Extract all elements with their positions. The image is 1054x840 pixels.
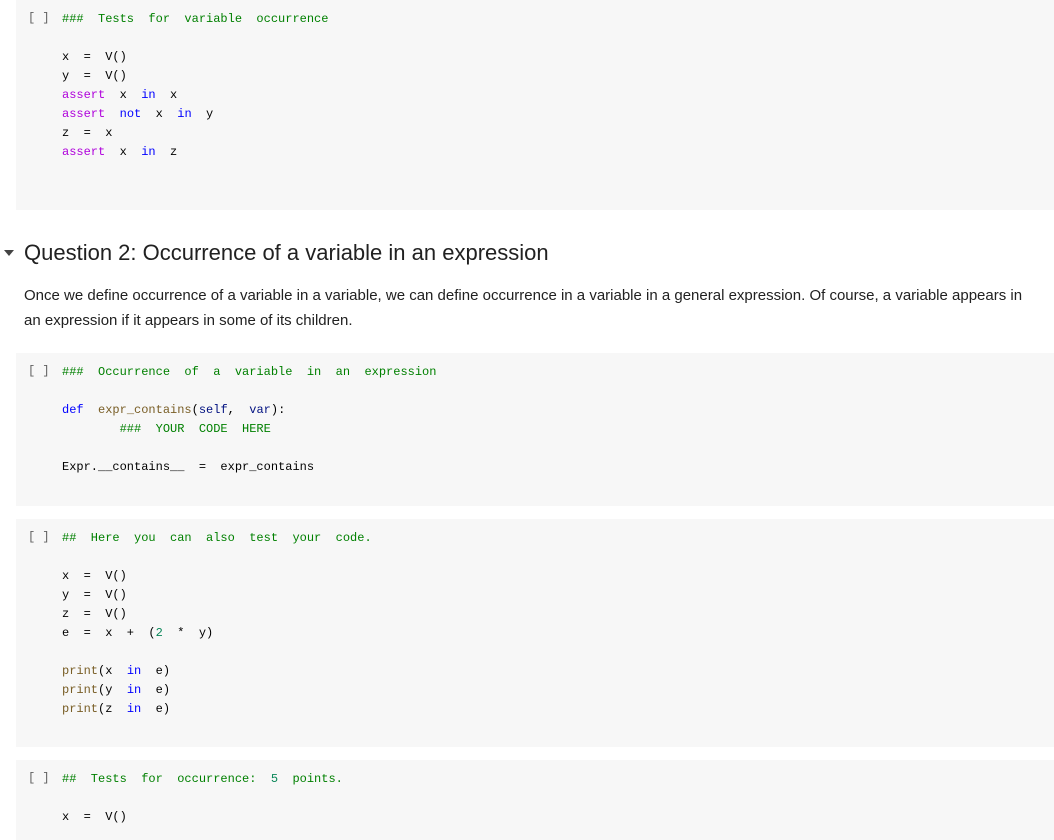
code-token: ### Occurrence of a variable in an expre… bbox=[62, 365, 437, 379]
code-token: y = V() bbox=[62, 588, 127, 602]
code-token: (x bbox=[98, 664, 127, 678]
code-line: x = V() bbox=[62, 808, 343, 827]
code-editor[interactable]: ## Tests for occurrence: 5 points. x = V(… bbox=[62, 770, 343, 827]
code-token: e) bbox=[141, 683, 171, 697]
code-token: * y) bbox=[162, 626, 214, 640]
code-line: assert x in x bbox=[62, 86, 328, 105]
code-cell-tests-variable-occurrence[interactable]: [ ] ### Tests for variable occurrence x = … bbox=[16, 0, 1054, 210]
code-token: assert bbox=[62, 145, 106, 159]
code-token: z = V() bbox=[62, 607, 127, 621]
code-line: ### Tests for variable occurrence bbox=[62, 10, 328, 29]
code-editor[interactable]: ### Tests for variable occurrence x = V()… bbox=[62, 10, 328, 162]
code-token: self bbox=[198, 403, 228, 417]
code-token: def bbox=[62, 403, 84, 417]
code-token: points. bbox=[278, 772, 343, 786]
code-line: ### YOUR CODE HERE bbox=[62, 420, 436, 439]
run-cell-button[interactable]: [ ] bbox=[28, 530, 50, 544]
code-line: def expr_contains(self, var): bbox=[62, 401, 436, 420]
section-heading: Question 2: Occurrence of a variable in … bbox=[24, 240, 549, 265]
code-line: e = x + (2 * y) bbox=[62, 624, 372, 643]
code-token: e) bbox=[141, 702, 171, 716]
code-line: print(x in e) bbox=[62, 662, 372, 681]
code-token: ### Tests for variable occurrence bbox=[62, 12, 329, 26]
code-cell-expr-contains[interactable]: [ ] ### Occurrence of a variable in an ex… bbox=[16, 353, 1054, 506]
code-token: x bbox=[155, 88, 178, 102]
code-token: e = x + ( bbox=[62, 626, 156, 640]
caret-down-icon[interactable] bbox=[4, 250, 14, 256]
code-token: x bbox=[105, 88, 142, 102]
code-token: x = V() bbox=[62, 810, 127, 824]
code-line: x = V() bbox=[62, 567, 372, 586]
code-line: Expr.__contains__ = expr_contains bbox=[62, 458, 436, 477]
code-line: x = V() bbox=[62, 48, 328, 67]
code-token: expr_contains bbox=[98, 403, 192, 417]
code-line: print(y in e) bbox=[62, 681, 372, 700]
code-token: in bbox=[141, 88, 156, 102]
code-token: ): bbox=[270, 403, 286, 417]
code-token: Expr.__contains__ = expr_contains bbox=[62, 460, 315, 474]
code-token: ### YOUR CODE HERE bbox=[119, 422, 271, 436]
code-cell-tests-occurrence-points[interactable]: [ ] ## Tests for occurrence: 5 points. x =… bbox=[16, 760, 1054, 840]
code-line: print(z in e) bbox=[62, 700, 372, 719]
code-token: e) bbox=[141, 664, 171, 678]
code-line: ## Here you can also test your code. bbox=[62, 529, 372, 548]
code-token: (y bbox=[98, 683, 127, 697]
code-token: ## Here you can also test your code. bbox=[62, 531, 372, 545]
code-line: assert x in z bbox=[62, 143, 328, 162]
code-line: assert not x in y bbox=[62, 105, 328, 124]
code-token: y bbox=[191, 107, 214, 121]
code-token: in bbox=[177, 107, 192, 121]
run-cell-button[interactable]: [ ] bbox=[28, 364, 50, 378]
code-token: , bbox=[227, 403, 250, 417]
code-token: var bbox=[249, 403, 271, 417]
code-token: x = V() bbox=[62, 569, 127, 583]
code-token: 2 bbox=[155, 626, 163, 640]
code-token: 5 bbox=[270, 772, 279, 786]
code-token: z = x bbox=[62, 126, 113, 140]
code-token: assert bbox=[62, 88, 106, 102]
code-line: z = V() bbox=[62, 605, 372, 624]
run-cell-button[interactable]: [ ] bbox=[28, 11, 50, 25]
code-token: x = V() bbox=[62, 50, 127, 64]
code-token: ( bbox=[191, 403, 199, 417]
run-cell-button[interactable]: [ ] bbox=[28, 771, 50, 785]
code-token: not bbox=[119, 107, 142, 121]
code-line: z = x bbox=[62, 124, 328, 143]
code-line: y = V() bbox=[62, 586, 372, 605]
code-cell-test-your-code[interactable]: [ ] ## Here you can also test your code. x… bbox=[16, 519, 1054, 747]
code-token: x bbox=[141, 107, 178, 121]
code-token: x bbox=[105, 145, 142, 159]
code-token: print bbox=[62, 702, 99, 716]
code-token: print bbox=[62, 664, 99, 678]
code-token: ## Tests for occurrence: bbox=[62, 772, 271, 786]
code-token: y = V() bbox=[62, 69, 127, 83]
code-editor[interactable]: ### Occurrence of a variable in an expre… bbox=[62, 363, 436, 477]
section-paragraph: Once we define occurrence of a variable … bbox=[24, 287, 1023, 329]
code-token: (z bbox=[98, 702, 127, 716]
code-token: print bbox=[62, 683, 99, 697]
code-line: y = V() bbox=[62, 67, 328, 86]
code-token: in bbox=[126, 702, 142, 716]
code-line: ### Occurrence of a variable in an expre… bbox=[62, 363, 436, 382]
code-token: in bbox=[126, 664, 142, 678]
code-editor[interactable]: ## Here you can also test your code. x = … bbox=[62, 529, 372, 719]
code-token: z bbox=[155, 145, 178, 159]
code-token: in bbox=[126, 683, 142, 697]
code-token: in bbox=[141, 145, 156, 159]
code-line: ## Tests for occurrence: 5 points. bbox=[62, 770, 343, 789]
code-token: assert bbox=[62, 107, 106, 121]
